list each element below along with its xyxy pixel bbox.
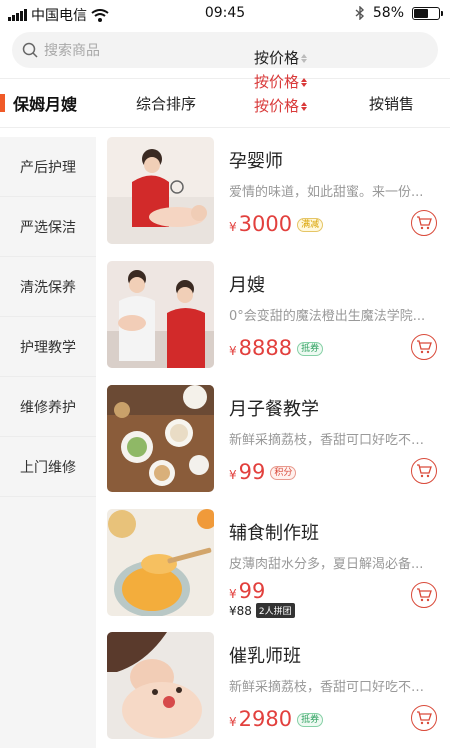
- sort-arrow-icon: [301, 101, 308, 112]
- sort-bar: 保姆月嫂 综合排序 按销售: [0, 78, 450, 128]
- search-icon: [22, 42, 38, 58]
- sort-price-label: 按价格: [254, 49, 300, 67]
- product-image[interactable]: [107, 385, 214, 492]
- product-desc: 新鲜采摘荔枝，香甜可口好吃不上火: [229, 433, 435, 448]
- price-currency: ¥: [229, 468, 237, 482]
- cart-icon: [417, 588, 432, 602]
- sort-price-label: 按价格: [254, 97, 300, 115]
- product-price: ¥ 8888 抵券: [229, 336, 324, 360]
- product-name: 催乳师班: [229, 646, 301, 667]
- sidebar-item-washing[interactable]: 清洗保养: [0, 257, 96, 317]
- sort-default-button[interactable]: 综合排序: [136, 93, 196, 114]
- battery-level: [414, 8, 428, 18]
- cart-icon: [417, 711, 432, 725]
- price-currency: ¥: [229, 344, 237, 358]
- cart-icon: [417, 340, 432, 354]
- price-value: 99: [238, 579, 266, 603]
- price-currency: ¥: [229, 715, 237, 729]
- cart-icon: [417, 216, 432, 230]
- original-price-row: ¥88 2人拼团: [229, 603, 295, 618]
- product-card[interactable]: 催乳师班 新鲜采摘荔枝，香甜可口好吃不上火 ¥ 2980 抵券: [107, 632, 437, 742]
- product-card[interactable]: 孕婴师 爱情的味道，如此甜蜜。来一份... ¥ 3000 满减: [107, 137, 437, 247]
- product-price: ¥ 3000 满减: [229, 212, 324, 236]
- product-image[interactable]: [107, 261, 214, 368]
- product-price: ¥ 99: [229, 579, 265, 603]
- cart-icon: [417, 464, 432, 478]
- sidebar-item-maintenance[interactable]: 维修养护: [0, 377, 96, 437]
- bluetooth-icon: [355, 6, 364, 20]
- price-value: 3000: [238, 212, 293, 236]
- add-to-cart-button[interactable]: [411, 210, 437, 236]
- sidebar-item-cleaning[interactable]: 严选保洁: [0, 197, 96, 257]
- add-to-cart-button[interactable]: [411, 334, 437, 360]
- product-image[interactable]: [107, 632, 214, 739]
- sort-price-button-active[interactable]: 按价格: [254, 94, 308, 118]
- product-name: 月子餐教学: [229, 399, 319, 420]
- product-price: ¥ 99 积分: [229, 460, 297, 484]
- product-desc: 0°会变甜的魔法橙出生魔法学院...: [229, 309, 426, 324]
- promo-tag: 抵券: [297, 342, 324, 356]
- category-sidebar: 产后护理 严选保洁 清洗保养 护理教学 维修养护 上门维修: [0, 137, 96, 748]
- product-card[interactable]: 月嫂 0°会变甜的魔法橙出生魔法学院... ¥ 8888 抵券: [107, 261, 437, 371]
- product-card[interactable]: 辅食制作班 皮薄肉甜水分多，夏日解渴必备... ¥ 99 ¥88 2人拼团: [107, 509, 437, 619]
- add-to-cart-button[interactable]: [411, 582, 437, 608]
- promo-tag: 抵券: [297, 713, 324, 727]
- product-desc: 新鲜采摘荔枝，香甜可口好吃不上火: [229, 680, 435, 695]
- product-name: 月嫂: [229, 275, 265, 296]
- sort-price-stack[interactable]: 按价格 按价格 按价格: [254, 46, 308, 118]
- group-buy-tag: 2人拼团: [255, 603, 295, 618]
- price-currency: ¥: [229, 220, 237, 234]
- product-image[interactable]: [107, 137, 214, 244]
- battery-percent: 58%: [372, 5, 404, 21]
- product-name: 孕婴师: [229, 151, 283, 172]
- category-marker: [0, 94, 5, 112]
- promo-tag: 满减: [297, 218, 324, 232]
- price-value: 2980: [238, 707, 293, 731]
- search-bar[interactable]: 搜索商品: [12, 32, 438, 68]
- sort-arrow-icon: [301, 53, 308, 64]
- price-value: 8888: [238, 336, 293, 360]
- sort-price-label: 按价格: [254, 73, 300, 91]
- add-to-cart-button[interactable]: [411, 458, 437, 484]
- price-currency: ¥: [229, 587, 237, 601]
- sort-price-button-active[interactable]: 按价格: [254, 70, 308, 94]
- sidebar-item-postpartum[interactable]: 产后护理: [0, 137, 96, 197]
- status-bar: 中国电信 09:45 58%: [0, 0, 450, 28]
- sort-sales-button[interactable]: 按销售: [369, 93, 414, 114]
- product-desc: 皮薄肉甜水分多，夏日解渴必备...: [229, 557, 424, 572]
- product-name: 辅食制作班: [229, 523, 319, 544]
- battery-icon: [412, 6, 443, 20]
- original-price: ¥88: [229, 603, 252, 618]
- sidebar-item-teaching[interactable]: 护理教学: [0, 317, 96, 377]
- sort-arrow-icon: [301, 77, 308, 88]
- add-to-cart-button[interactable]: [411, 705, 437, 731]
- sort-price-button[interactable]: 按价格: [254, 46, 308, 70]
- price-value: 99: [238, 460, 266, 484]
- status-right: 58%: [355, 5, 443, 21]
- product-card[interactable]: 月子餐教学 新鲜采摘荔枝，香甜可口好吃不上火 ¥ 99 积分: [107, 385, 437, 495]
- category-title-label: 保姆月嫂: [13, 95, 78, 114]
- search-input[interactable]: 搜索商品: [44, 40, 100, 60]
- promo-tag: 积分: [270, 466, 297, 480]
- category-title: 保姆月嫂: [0, 79, 96, 127]
- sidebar-item-repair[interactable]: 上门维修: [0, 437, 96, 497]
- product-desc: 爱情的味道，如此甜蜜。来一份...: [229, 185, 424, 200]
- product-price: ¥ 2980 抵券: [229, 707, 324, 731]
- product-image[interactable]: [107, 509, 214, 616]
